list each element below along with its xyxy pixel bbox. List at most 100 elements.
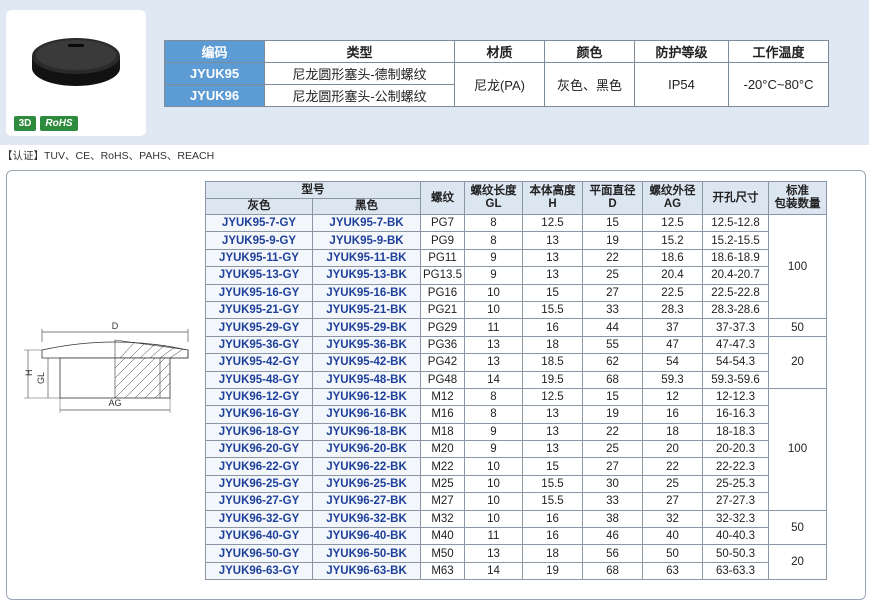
thread-cell: PG42 — [420, 353, 465, 372]
hole-size-cell: 59.3-59.6 — [702, 370, 769, 389]
table-row: JYUK96-12-GY JYUK96-12-BK M12 8 12.5 15 12 12-1… — [205, 387, 827, 511]
black-model-cell: JYUK96-63-BK — [312, 561, 421, 581]
body-height-cell: 13 — [522, 405, 583, 424]
table-row: JYUK95-9-GY JYUK95-9-BK PG9 8 13 19 15.2 15.2-1… — [205, 231, 827, 250]
thread-length-cell: 8 — [464, 405, 523, 424]
body-height-cell: 12.5 — [522, 387, 583, 407]
body-height-cell: 16 — [522, 318, 583, 337]
table-row: JYUK96-18-GY JYUK96-18-BK M18 9 13 22 18 18-18.… — [205, 422, 827, 442]
spec-temperature: -20°C~80°C — [728, 62, 829, 107]
header-model: 型号 — [205, 181, 421, 199]
certification-text: 【认证】TUV、CE、RoHS、PAHS、REACH — [2, 150, 215, 162]
flat-diameter-cell: 22 — [582, 422, 643, 442]
dimension-table-body: JYUK95-7-GY JYUK95-7-BK PG7 8 12.5 15 12.5 12.5… — [205, 213, 827, 581]
body-height-cell: 13 — [522, 266, 583, 285]
pack-quantity-cell: 100 — [768, 213, 827, 320]
flat-diameter-cell: 33 — [582, 300, 643, 320]
black-model-cell: JYUK95-36-BK — [312, 335, 421, 355]
body-height-cell: 12.5 — [522, 213, 583, 233]
thread-outer-diameter-cell: 20.4 — [642, 266, 703, 285]
black-model-cell: JYUK96-22-BK — [312, 457, 421, 476]
gray-model-cell: JYUK96-18-GY — [205, 422, 313, 442]
thread-length-cell: 8 — [464, 231, 523, 250]
gray-model-cell: JYUK95-9-GY — [205, 231, 313, 250]
thread-cell: M50 — [420, 544, 465, 563]
gray-model-cell: JYUK96-25-GY — [205, 474, 313, 494]
hole-size-cell: 18.6-18.9 — [702, 248, 769, 268]
table-row: JYUK96-27-GY JYUK96-27-BK M27 10 15.5 33 27 27-… — [205, 492, 827, 511]
thread-outer-diameter-cell: 27 — [642, 492, 703, 511]
pack-quantity-cell: 20 — [768, 335, 827, 389]
black-model-cell: JYUK96-40-BK — [312, 527, 421, 546]
spec-header-material: 材质 — [454, 40, 545, 63]
thread-length-cell: 14 — [464, 561, 523, 581]
3d-badge[interactable]: 3D — [14, 116, 36, 131]
body-height-cell: 15.5 — [522, 474, 583, 494]
pack-quantity-cell: 50 — [768, 509, 827, 546]
table-row: JYUK96-20-GY JYUK96-20-BK M20 9 13 25 20 20-20.… — [205, 440, 827, 459]
table-row: JYUK95-16-GY JYUK95-16-BK PG16 10 15 27 22.5 22… — [205, 283, 827, 302]
flat-diameter-cell: 62 — [582, 353, 643, 372]
body-height-cell: 15.5 — [522, 492, 583, 511]
table-row: JYUK96-40-GY JYUK96-40-BK M40 11 16 46 40 40-40… — [205, 527, 827, 546]
dim-label-h: H — [24, 370, 34, 377]
flat-diameter-cell: 15 — [582, 213, 643, 233]
black-model-cell: JYUK96-20-BK — [312, 440, 421, 459]
black-model-cell: JYUK95-13-BK — [312, 266, 421, 285]
gray-model-cell: JYUK96-50-GY — [205, 544, 313, 563]
spec-type: 尼龙圆形塞头-德制螺纹 — [264, 62, 455, 85]
black-model-cell: JYUK95-29-BK — [312, 318, 421, 337]
thread-cell: PG11 — [420, 248, 465, 268]
gray-model-cell: JYUK96-27-GY — [205, 492, 313, 511]
table-row: JYUK96-25-GY JYUK96-25-BK M25 10 15.5 30 25 25-… — [205, 474, 827, 494]
pack-quantity-cell: 100 — [768, 387, 827, 511]
thread-length-cell: 13 — [464, 335, 523, 355]
thread-length-cell: 8 — [464, 387, 523, 407]
flat-diameter-cell: 68 — [582, 561, 643, 581]
thread-cell: M63 — [420, 561, 465, 581]
dimension-drawing: D H GL AG — [24, 321, 189, 413]
flat-diameter-cell: 25 — [582, 440, 643, 459]
thread-outer-diameter-cell: 12 — [642, 387, 703, 407]
thread-outer-diameter-cell: 37 — [642, 318, 703, 337]
table-row: JYUK96-50-GY JYUK96-50-BK M50 13 18 56 50 50-50… — [205, 544, 827, 581]
dimension-table: 型号 螺纹 螺纹长度 GL 本体高度 H 平面直径 D 螺纹外径 AG 开孔尺寸 标准包… — [205, 181, 827, 581]
thread-outer-diameter-cell: 25 — [642, 474, 703, 494]
thread-outer-diameter-cell: 22 — [642, 457, 703, 476]
spec-code: JYUK95 — [164, 62, 265, 85]
gray-model-cell: JYUK96-32-GY — [205, 509, 313, 529]
thread-outer-diameter-cell: 32 — [642, 509, 703, 529]
hole-size-cell: 25-25.3 — [702, 474, 769, 494]
gray-model-cell: JYUK95-48-GY — [205, 370, 313, 389]
gray-model-cell: JYUK95-11-GY — [205, 248, 313, 268]
rohs-badge: RoHS — [40, 116, 78, 131]
hole-size-cell: 63-63.3 — [702, 561, 769, 581]
black-model-cell: JYUK95-7-BK — [312, 213, 421, 233]
gray-model-cell: JYUK96-40-GY — [205, 527, 313, 546]
hole-size-cell: 47-47.3 — [702, 335, 769, 355]
table-row: JYUK95-7-GY JYUK95-7-BK PG7 8 12.5 15 12.5 12.5… — [205, 213, 827, 320]
thread-length-cell: 13 — [464, 544, 523, 563]
flat-diameter-cell: 19 — [582, 405, 643, 424]
thread-outer-diameter-cell: 50 — [642, 544, 703, 563]
table-row: JYUK95-21-GY JYUK95-21-BK PG21 10 15.5 33 28.3… — [205, 300, 827, 320]
body-height-cell: 16 — [522, 527, 583, 546]
flat-diameter-cell: 27 — [582, 457, 643, 476]
nylon-plug-image — [32, 38, 120, 86]
thread-length-cell: 9 — [464, 266, 523, 285]
dim-label-d: D — [112, 321, 119, 331]
gray-model-cell: JYUK96-16-GY — [205, 405, 313, 424]
black-model-cell: JYUK95-11-BK — [312, 248, 421, 268]
thread-length-cell: 11 — [464, 318, 523, 337]
thread-outer-diameter-cell: 59.3 — [642, 370, 703, 389]
spec-material: 尼龙(PA) — [454, 62, 545, 107]
flat-diameter-cell: 22 — [582, 248, 643, 268]
gray-model-cell: JYUK96-63-GY — [205, 561, 313, 581]
thread-outer-diameter-cell: 18.6 — [642, 248, 703, 268]
thread-outer-diameter-cell: 22.5 — [642, 283, 703, 302]
hole-size-cell: 18-18.3 — [702, 422, 769, 442]
body-height-cell: 13 — [522, 231, 583, 250]
spec-table: 编码 类型 材质 颜色 防护等级 工作温度 JYUK95 尼龙圆形塞头-德制螺纹… — [164, 40, 829, 107]
black-model-cell: JYUK96-16-BK — [312, 405, 421, 424]
thread-cell: PG7 — [420, 213, 465, 233]
